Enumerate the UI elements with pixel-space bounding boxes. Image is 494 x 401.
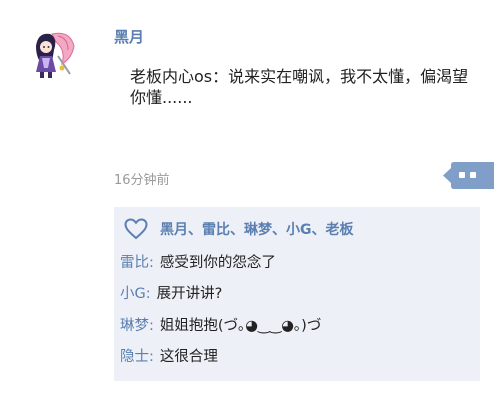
avatar[interactable]: [22, 28, 78, 82]
comment-author[interactable]: 琳梦: [120, 318, 149, 334]
comment-separator: :: [149, 349, 154, 365]
comment-separator: :: [145, 286, 151, 302]
comment-text: 感受到你的怨念了: [159, 255, 276, 271]
comment-author[interactable]: 小G: [120, 286, 146, 302]
comments-panel: 黑月、雷比、琳梦、小G、老板 雷比: 感受到你的怨念了 小G: 展开讲讲? 琳梦: 姐…: [114, 207, 480, 381]
comment-text: 姐姐抱抱(づ｡◕‿‿◕｡)づ: [159, 318, 322, 334]
comment-text: 展开讲讲?: [156, 286, 223, 302]
comment-item[interactable]: 隐士: 这很合理: [120, 345, 218, 366]
comment-item[interactable]: 小G: 展开讲讲?: [120, 282, 222, 303]
comment-author[interactable]: 隐士: [120, 349, 149, 365]
comment-author[interactable]: 雷比: [120, 255, 149, 271]
likers-list[interactable]: 黑月、雷比、琳梦、小G、老板: [160, 219, 354, 239]
avatar-image: [36, 32, 75, 78]
comment-separator: :: [149, 255, 154, 271]
post-timestamp: 16分钟前: [114, 173, 170, 188]
two-dots-icon: [443, 162, 494, 189]
comment-separator: :: [149, 318, 154, 334]
post-text: 老板内心os：说来实在嘲讽，我不太懂，偏渴望你懂......: [130, 67, 469, 107]
heart-outline-icon[interactable]: [124, 218, 148, 240]
more-options-button[interactable]: [443, 162, 494, 189]
comment-text: 这很合理: [159, 349, 218, 365]
comment-item[interactable]: 雷比: 感受到你的怨念了: [120, 251, 276, 272]
likes-row: 黑月、雷比、琳梦、小G、老板: [124, 217, 354, 241]
post-author[interactable]: 黑月: [114, 26, 144, 47]
comment-item[interactable]: 琳梦: 姐姐抱抱(づ｡◕‿‿◕｡)づ: [120, 314, 321, 335]
